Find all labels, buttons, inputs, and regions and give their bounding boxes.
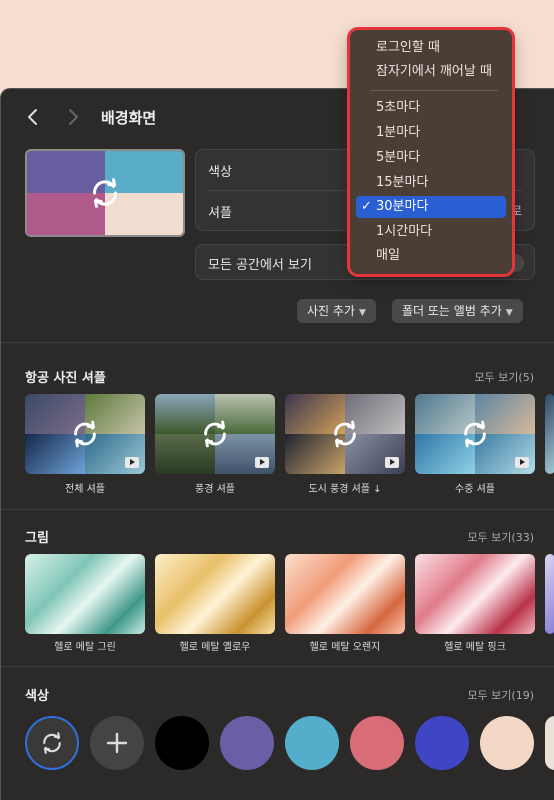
add-photo-button[interactable]: 사진 추가 ▼ — [297, 299, 376, 323]
shuffle-rotate-icon — [74, 420, 96, 448]
video-icon — [255, 457, 269, 468]
menu-item-label: 30분마다 — [376, 199, 429, 214]
aerial-thumb-all[interactable] — [25, 394, 145, 474]
menu-item-15min[interactable]: 15분마다 — [356, 172, 506, 194]
video-icon — [125, 457, 139, 468]
shuffle-label: 셔플 — [208, 206, 232, 221]
aerial-see-all-link[interactable]: 모두 보기(5) — [474, 369, 534, 385]
color-swatch-black[interactable] — [155, 716, 209, 770]
menu-item-login[interactable]: 로그인할 때 — [356, 37, 506, 59]
shuffle-rotate-icon — [93, 178, 117, 208]
menu-item-1min[interactable]: 1분마다 — [356, 122, 506, 144]
picture-thumb-orange[interactable] — [285, 554, 405, 634]
divider — [1, 666, 554, 667]
shuffle-interval-menu: 로그인할 때 잠자기에서 깨어날 때 5초마다 1분마다 5분마다 15분마다 … — [350, 30, 512, 274]
aerial-thumb-label: 도시 풍경 셔플 ↓ — [308, 484, 382, 495]
chevron-down-icon: ▼ — [358, 308, 366, 318]
aerial-thumb-label: 풍경 셔플 — [195, 484, 235, 495]
picture-thumb-pink[interactable] — [415, 554, 535, 634]
color-label: 색상 — [208, 165, 232, 180]
colors-see-all-link[interactable]: 모두 보기(19) — [467, 687, 534, 703]
back-button[interactable] — [23, 107, 43, 127]
add-folder-album-label: 폴더 또는 앨범 추가 — [402, 304, 502, 318]
chevron-right-icon — [69, 109, 78, 125]
color-swatch-purple[interactable] — [220, 716, 274, 770]
menu-item-daily[interactable]: 매일 — [356, 245, 506, 267]
chevron-down-icon: ▼ — [505, 308, 513, 318]
chevron-left-icon — [28, 109, 37, 125]
color-swatch-blue[interactable] — [415, 716, 469, 770]
menu-item-1hour[interactable]: 1시간마다 — [356, 221, 506, 243]
aerial-thumb-landscape[interactable] — [155, 394, 275, 474]
all-spaces-label: 모든 공간에서 보기 — [208, 258, 312, 273]
aerial-section-title: 항공 사진 셔플 — [25, 371, 106, 386]
aerial-thumb-label: 전체 셔플 — [65, 484, 105, 495]
video-icon — [515, 457, 529, 468]
divider — [1, 342, 554, 343]
divider — [1, 509, 554, 510]
color-swatch-partial[interactable] — [545, 716, 554, 770]
menu-item-5sec[interactable]: 5초마다 — [356, 97, 506, 119]
color-swatch-teal[interactable] — [285, 716, 339, 770]
color-swatch-peach[interactable] — [480, 716, 534, 770]
menu-item-5min[interactable]: 5분마다 — [356, 147, 506, 169]
add-photo-label: 사진 추가 — [307, 304, 355, 318]
add-color-button[interactable] — [90, 716, 144, 770]
picture-thumb-label: 헬로 메탈 오렌지 — [309, 642, 381, 653]
picture-thumb-label: 헬로 메탈 핑크 — [444, 642, 506, 653]
picture-thumb-label: 헬로 메탈 옐로우 — [179, 642, 251, 653]
color-swatch-rose[interactable] — [350, 716, 404, 770]
pictures-section-title: 그림 — [25, 531, 49, 546]
picture-thumb-label: 헬로 메탈 그린 — [54, 642, 116, 653]
picture-thumb-partial[interactable] — [545, 554, 554, 634]
plus-icon — [106, 732, 128, 754]
aerial-thumb-underwater[interactable] — [415, 394, 535, 474]
picture-thumb-green[interactable] — [25, 554, 145, 634]
menu-separator — [370, 90, 498, 91]
auto-color-swatch[interactable] — [25, 716, 79, 770]
picture-thumb-yellow[interactable] — [155, 554, 275, 634]
wallpaper-preview[interactable] — [25, 149, 185, 237]
add-folder-album-button[interactable]: 폴더 또는 앨범 추가 ▼ — [392, 299, 523, 323]
shuffle-rotate-icon — [204, 420, 226, 448]
shuffle-rotate-icon — [464, 420, 486, 448]
forward-button[interactable] — [63, 107, 83, 127]
video-icon — [385, 457, 399, 468]
aerial-thumb-label: 수중 셔플 — [455, 484, 495, 495]
menu-item-wake[interactable]: 잠자기에서 깨어날 때 — [356, 61, 506, 83]
colors-section-title: 색상 — [25, 689, 49, 704]
checkmark-icon: ✓ — [361, 199, 372, 214]
menu-item-30min[interactable]: ✓ 30분마다 — [356, 196, 506, 218]
aerial-thumb-partial[interactable] — [545, 394, 554, 474]
page-title: 배경화면 — [101, 109, 157, 127]
pictures-see-all-link[interactable]: 모두 보기(33) — [467, 529, 534, 545]
shuffle-rotate-icon — [43, 732, 61, 754]
shuffle-rotate-icon — [334, 420, 356, 448]
shuffle-value[interactable]: 로 — [511, 202, 522, 219]
aerial-thumb-cityscape[interactable] — [285, 394, 405, 474]
